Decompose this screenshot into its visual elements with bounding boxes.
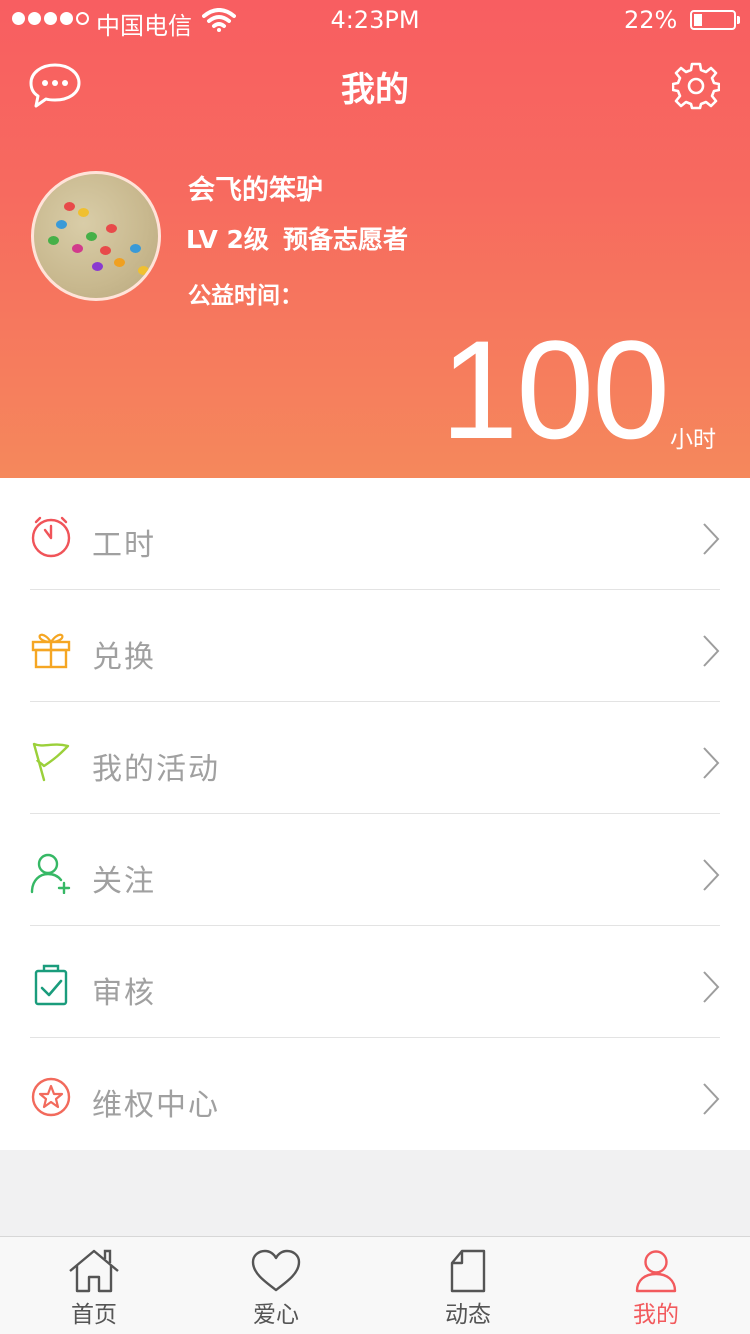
gift-icon bbox=[31, 633, 71, 669]
tab-bar: 首页 爱心 动态 我的 bbox=[0, 1236, 750, 1334]
battery-icon bbox=[690, 10, 740, 30]
menu-item-follow[interactable]: 关注 bbox=[0, 814, 750, 926]
user-role: 预备志愿者 bbox=[282, 225, 408, 254]
gear-icon[interactable] bbox=[672, 62, 720, 110]
star-badge-icon bbox=[31, 1077, 71, 1117]
volunteer-hours-value: 100 bbox=[440, 311, 670, 468]
avatar[interactable] bbox=[31, 171, 161, 301]
tab-mine[interactable]: 我的 bbox=[596, 1249, 716, 1329]
chevron-right-icon bbox=[703, 635, 720, 667]
document-icon bbox=[450, 1249, 486, 1293]
volunteer-hours-unit: 小时 bbox=[670, 427, 716, 453]
menu-item-rights-center[interactable]: 维权中心 bbox=[0, 1038, 750, 1150]
menu-item-label: 维权中心 bbox=[92, 1088, 220, 1123]
menu-item-review[interactable]: 审核 bbox=[0, 926, 750, 1038]
menu-item-label: 审核 bbox=[92, 976, 156, 1011]
person-icon bbox=[635, 1250, 677, 1293]
username: 会飞的笨驴 bbox=[188, 175, 323, 206]
home-icon bbox=[69, 1249, 119, 1293]
user-level: LV 2级 bbox=[186, 225, 269, 254]
tab-love[interactable]: 爱心 bbox=[216, 1249, 336, 1329]
menu-item-label: 我的活动 bbox=[92, 752, 220, 787]
battery-percent: 22% bbox=[624, 6, 678, 34]
clipboard-check-icon bbox=[34, 964, 68, 1006]
profile-header: 中国电信 4:23PM 22% 我的 会飞的笨驴 LV 2级 预备志愿者 公益时… bbox=[0, 0, 750, 478]
menu-item-my-activities[interactable]: 我的活动 bbox=[0, 702, 750, 814]
menu-item-work-hours[interactable]: 工时 bbox=[0, 478, 750, 590]
volunteer-time-label: 公益时间： bbox=[188, 283, 303, 309]
chevron-right-icon bbox=[703, 523, 720, 555]
chevron-right-icon bbox=[703, 747, 720, 779]
tab-label: 爱心 bbox=[253, 1302, 299, 1328]
menu-list: 工时 兑换 我的活动 关注 审核 维权中心 bbox=[0, 478, 750, 1150]
flag-icon bbox=[32, 742, 70, 782]
menu-item-exchange[interactable]: 兑换 bbox=[0, 590, 750, 702]
tab-label: 我的 bbox=[633, 1302, 679, 1328]
menu-item-label: 兑换 bbox=[92, 640, 156, 675]
page-title: 我的 bbox=[341, 70, 409, 110]
add-user-icon bbox=[30, 853, 71, 894]
user-level-info: LV 2级 预备志愿者 bbox=[186, 220, 408, 256]
menu-item-label: 关注 bbox=[92, 864, 156, 899]
tab-feed[interactable]: 动态 bbox=[408, 1249, 528, 1329]
clock-icon bbox=[31, 516, 71, 558]
tab-home[interactable]: 首页 bbox=[34, 1249, 154, 1329]
status-bar: 中国电信 4:23PM 22% bbox=[0, 0, 750, 40]
chevron-right-icon bbox=[703, 971, 720, 1003]
tab-label: 首页 bbox=[71, 1302, 117, 1328]
heart-icon bbox=[251, 1249, 301, 1292]
chevron-right-icon bbox=[703, 1083, 720, 1115]
menu-item-label: 工时 bbox=[92, 528, 156, 563]
tab-label: 动态 bbox=[445, 1302, 491, 1328]
chevron-right-icon bbox=[703, 859, 720, 891]
